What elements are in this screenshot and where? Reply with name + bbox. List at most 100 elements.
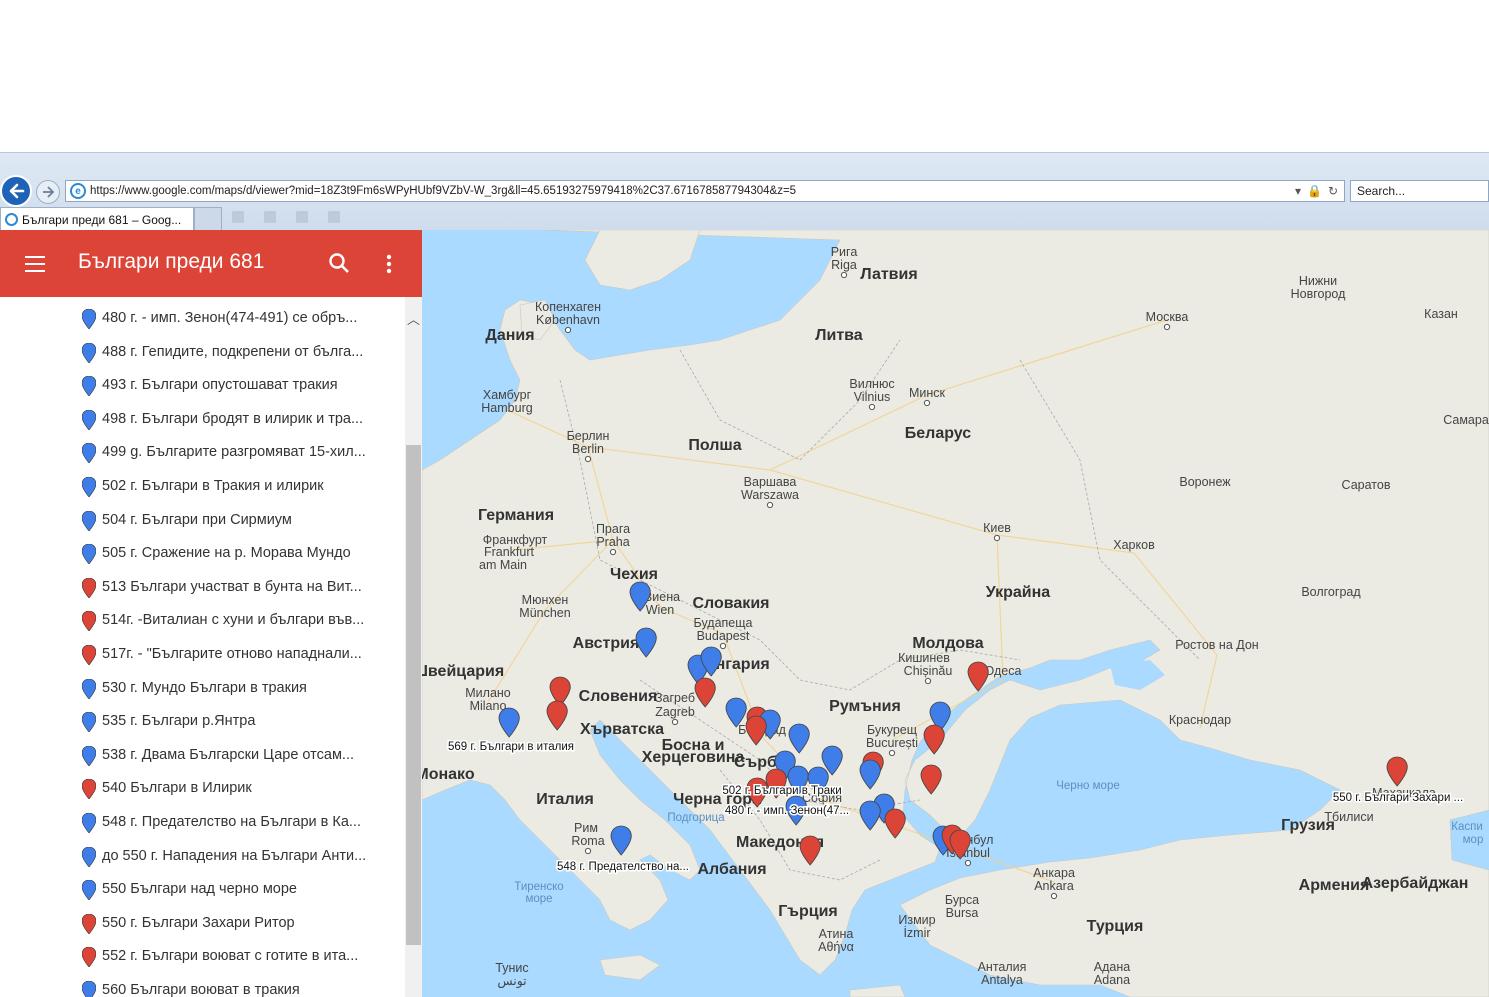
country-label: Монако xyxy=(422,766,475,783)
list-item[interactable]: 550 г. Българи Захари Ритор xyxy=(0,906,405,940)
blue-pin-icon xyxy=(82,477,96,497)
dropdown-icon[interactable]: ▾ xyxy=(1295,184,1301,198)
city-label: Харков xyxy=(1113,538,1155,552)
marker-label[interactable]: 480 г. - имп. Зенон(47... xyxy=(723,804,850,819)
city-label: Анкара xyxy=(1033,866,1075,880)
country-label: Турция xyxy=(1087,918,1144,935)
city-dot xyxy=(671,718,679,726)
city-label: Вилнюс xyxy=(849,377,894,391)
browser-toolbar xyxy=(222,211,1489,227)
city-label: İzmir xyxy=(903,926,930,940)
list-item[interactable]: 517г. - "Българите отново нападнали... xyxy=(0,637,405,671)
list-item[interactable]: 499 g. Българите разгромяват 15-хил... xyxy=(0,435,405,469)
city-label: Саратов xyxy=(1342,478,1391,492)
browser-titlebar xyxy=(0,153,1489,173)
sidebar-scrollbar[interactable]: ︿ xyxy=(405,297,422,997)
city-label: Αθήνα xyxy=(818,940,854,954)
city-label: Милано xyxy=(465,686,511,700)
list-item[interactable]: 504 г. Българи при Сирмиум xyxy=(0,503,405,537)
list-item-label: 493 г. Българи опустошават тракия xyxy=(102,377,338,394)
list-item-label: до 550 г. Нападения на Българи Анти... xyxy=(102,847,367,864)
city-label: Рига xyxy=(831,245,858,259)
city-dot xyxy=(564,326,572,334)
city-dot xyxy=(964,859,972,867)
city-label: تونس xyxy=(497,974,527,989)
map-canvas[interactable]: Черно море Тиренско море Каспи мор Подгорица … xyxy=(422,230,1489,997)
list-item[interactable]: 548 г. Предателство на Българи в Ка... xyxy=(0,805,405,839)
marker-label[interactable]: 502 г. Българи в Траки xyxy=(721,784,843,799)
list-item[interactable]: 502 г. Българи в Тракия и илирик xyxy=(0,469,405,503)
sidebar-header: Българи преди 681 xyxy=(0,230,422,297)
list-item-label: 513 Българи участват в бунта на Вит... xyxy=(102,578,362,595)
city-label: Краснодар xyxy=(1169,713,1231,727)
list-item[interactable]: до 550 г. Нападения на Българи Анти... xyxy=(0,839,405,873)
sea-label: Подгорица xyxy=(667,812,725,824)
hamburger-menu-icon[interactable] xyxy=(25,256,45,272)
list-item[interactable]: 514г. -Виталиан с хуни и българи във... xyxy=(0,603,405,637)
map-svg[interactable]: Черно мореТиренскомореКаспиморПодгорица … xyxy=(422,230,1489,997)
list-item[interactable]: 488 г. Гепидите, подкрепени от бълга... xyxy=(0,335,405,369)
new-tab-button[interactable] xyxy=(194,207,222,231)
back-arrow-icon xyxy=(9,183,25,199)
scrollbar-thumb[interactable] xyxy=(406,445,421,945)
red-pin-icon xyxy=(82,947,96,968)
list-item[interactable]: 493 г. Българи опустошават тракия xyxy=(0,368,405,402)
list-item-label: 504 г. Българи при Сирмиум xyxy=(102,511,292,528)
list-item[interactable]: 498 г. Българи бродят в илирик и тра... xyxy=(0,402,405,436)
map-sidebar: Българи преди 681 480 г. - имп. Зенон(47… xyxy=(0,230,422,997)
browser-tab[interactable]: Българи преди 681 – Goog... xyxy=(0,207,194,231)
city-label: Ростов на Дон xyxy=(1175,638,1259,652)
lock-icon[interactable]: 🔒 xyxy=(1307,184,1322,198)
city-label: Измир xyxy=(898,913,935,927)
city-label: Рим xyxy=(574,821,598,835)
list-item[interactable]: 560 Българи воюват в тракия xyxy=(0,973,405,997)
browser-chrome: e https://www.google.com/maps/d/viewer?m… xyxy=(0,152,1489,231)
blue-pin-icon xyxy=(82,981,96,997)
list-item-label: 540 Българи в Илирик xyxy=(102,780,252,797)
list-item-label: 550 Българи над черно море xyxy=(102,881,297,898)
toolbar-icon xyxy=(264,211,276,223)
list-item-label: 488 г. Гепидите, подкрепени от бълга... xyxy=(102,343,364,360)
marker-label[interactable]: 569 г. Българи в италия xyxy=(447,740,576,755)
refresh-icon[interactable]: ↻ xyxy=(1328,184,1338,198)
city-dot xyxy=(766,501,774,509)
city-label: Roma xyxy=(571,834,604,848)
url-text[interactable]: https://www.google.com/maps/d/viewer?mid… xyxy=(90,185,796,197)
city-dot xyxy=(888,749,896,757)
city-dot xyxy=(1050,892,1058,900)
marker-label[interactable]: 550 г. Българи Захари ... xyxy=(1331,791,1464,806)
city-label: Хамбург xyxy=(483,388,532,402)
city-dot xyxy=(1163,323,1171,331)
forward-button[interactable] xyxy=(36,180,60,204)
more-options-icon[interactable] xyxy=(379,252,399,276)
marker-label[interactable]: 548 г. Предателство на... xyxy=(555,860,690,875)
city-label: Тунис xyxy=(495,961,528,975)
city-label: München xyxy=(519,606,570,620)
search-icon[interactable] xyxy=(328,252,350,274)
address-bar[interactable]: e https://www.google.com/maps/d/viewer?m… xyxy=(65,180,1345,202)
city-label: Варшава xyxy=(744,475,797,489)
country-label: Гърция xyxy=(778,903,838,920)
browser-search-input[interactable]: Search... xyxy=(1350,180,1489,202)
city-label: Волгоград xyxy=(1301,585,1361,599)
list-item-label: 548 г. Предателство на Българи в Ка... xyxy=(102,814,361,830)
list-item[interactable]: 505 г. Сражение на р. Морава Мундо xyxy=(0,536,405,570)
list-item[interactable]: 513 Българи участват в бунта на Вит... xyxy=(0,570,405,604)
blue-pin-icon xyxy=(82,309,96,329)
country-label: Азербайджан xyxy=(1362,875,1469,892)
list-item-label: 550 г. Българи Захари Ритор xyxy=(102,914,295,931)
list-item[interactable]: 550 Българи над черно море xyxy=(0,872,405,906)
country-label: Швейцария xyxy=(422,663,504,680)
list-item-label: 498 г. Българи бродят в илирик и тра... xyxy=(102,410,364,427)
blue-pin-icon xyxy=(82,813,96,833)
list-item[interactable]: 530 г. Мундо Българи в тракия xyxy=(0,671,405,705)
city-label: Воронеж xyxy=(1179,475,1231,489)
list-item[interactable]: 552 г. Българи воюват с готите в ита... xyxy=(0,939,405,973)
list-item[interactable]: 538 г. Двама Български Царе отсам... xyxy=(0,738,405,772)
list-item[interactable]: 535 г. Българи р.Янтра xyxy=(0,704,405,738)
back-button[interactable] xyxy=(0,175,32,207)
scroll-up-icon[interactable]: ︿ xyxy=(405,309,422,327)
toolbar-icon xyxy=(328,211,340,223)
list-item[interactable]: 540 Българи в Илирик xyxy=(0,771,405,805)
list-item[interactable]: 480 г. - имп. Зенон(474-491) се обръ... xyxy=(0,301,405,335)
